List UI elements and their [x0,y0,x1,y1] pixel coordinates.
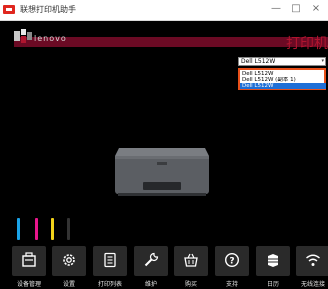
ink-level-cyan [17,218,20,240]
print-list-icon [104,252,116,268]
purchase-button[interactable]: 购买 [174,246,208,288]
svg-text:?: ? [229,256,234,266]
ink-level-black [67,218,70,240]
printer-select[interactable]: Dell L512W ▾ [238,57,326,66]
calendar-label: 日历 [266,281,279,288]
printer-image [115,148,209,196]
device-management-button[interactable]: 设备管理 [12,246,46,288]
minimize-button[interactable]: — [266,2,286,16]
maintenance-label: 维护 [144,281,157,288]
title-bar: 联想打印机助手 — □ × [0,0,328,21]
ink-level-magenta [35,218,38,240]
printer-dropdown-list: Dell L512W Dell L512W (副本 1) Dell L512W [238,68,326,90]
print-list-button[interactable]: 打印列表 [93,246,127,288]
device-management-icon [22,252,36,267]
maximize-button[interactable]: □ [286,2,306,16]
wifi-icon [306,254,320,266]
bottom-toolbar: 设备管理 设置 打印列表 维护 购买 ? 支持 日历 无线连接 [0,243,328,289]
ink-level-yellow [51,218,54,240]
wireless-connection-button[interactable]: 无线连接 [296,246,328,288]
brand-logo-icon [14,29,32,43]
print-list-label: 打印列表 [97,281,122,288]
wrench-icon [144,252,159,267]
wireless-connection-label: 无线连接 [300,281,325,288]
settings-button[interactable]: 设置 [52,246,86,288]
maintenance-button[interactable]: 维护 [134,246,168,288]
brand-name: lenovo [34,34,67,43]
settings-label: 设置 [62,281,75,288]
window-title: 联想打印机助手 [20,5,76,14]
device-management-label: 设备管理 [16,281,41,288]
printer-select-value: Dell L512W [241,58,276,65]
banner-headline: 打印机 [286,36,328,52]
chevron-down-icon: ▾ [321,58,324,64]
support-label: 支持 [225,281,238,288]
calendar-button[interactable]: 日历 [256,246,290,288]
close-button[interactable]: × [306,2,326,16]
calendar-icon [268,254,278,267]
purchase-label: 购买 [184,281,197,288]
header-banner: lenovo 打印机 [0,21,328,58]
printer-option-selected[interactable]: Dell L512W [240,83,326,89]
gear-icon [63,254,75,266]
support-button[interactable]: ? 支持 [215,246,249,288]
help-icon: ? [224,252,240,268]
shopping-basket-icon [184,253,198,267]
app-logo-icon [3,5,15,14]
